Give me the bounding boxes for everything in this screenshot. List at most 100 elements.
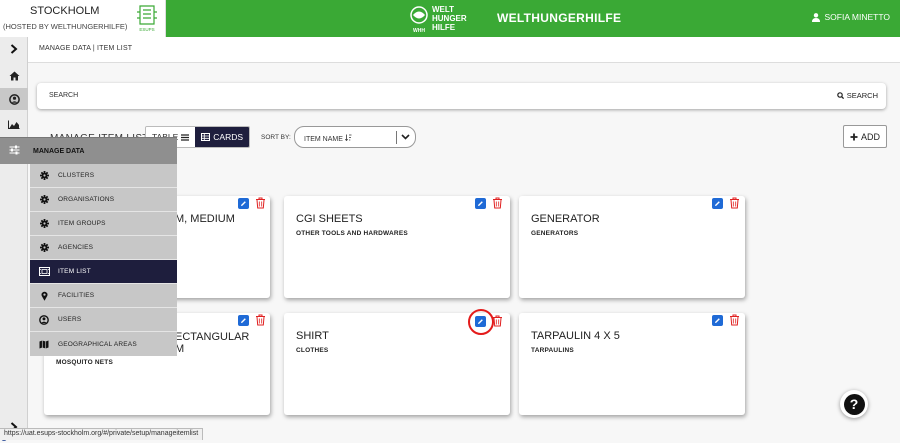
search-button-label: SEARCH bbox=[846, 91, 878, 100]
chevron-down-icon[interactable] bbox=[401, 133, 410, 141]
chevron-right-icon bbox=[10, 44, 18, 54]
map-marker-icon bbox=[41, 291, 47, 301]
gear-icon bbox=[39, 219, 49, 228]
menu-item-label: ORGANISATIONS bbox=[58, 196, 115, 203]
sort-value: ITEM NAME bbox=[304, 134, 352, 143]
menu-item-label: FACILITIES bbox=[58, 292, 95, 299]
user-circle-icon bbox=[8, 93, 20, 105]
sidebar-profile[interactable] bbox=[0, 88, 28, 110]
sort-label: SORT BY: bbox=[261, 134, 291, 141]
edit-button[interactable] bbox=[475, 198, 486, 209]
edit-button[interactable] bbox=[712, 315, 723, 326]
whh-logo-line-2: HUNGER bbox=[432, 14, 467, 23]
esups-logo-text: ESUPS bbox=[139, 27, 154, 32]
manage-data-menu: MANAGE DATA CLUSTERS ORGANISATIONS ITEM … bbox=[0, 137, 177, 359]
card-item-group: MOSQUITO NETS bbox=[56, 359, 114, 366]
card-item-name: M, MEDIUM bbox=[175, 213, 235, 225]
edit-button[interactable] bbox=[238, 198, 249, 209]
menu-item-facilities[interactable]: FACILITIES bbox=[30, 284, 177, 308]
card-item-name: CGI SHEETS bbox=[296, 213, 363, 225]
trash-icon[interactable] bbox=[255, 314, 266, 326]
whh-logo: WHH WELT HUNGER HILFE bbox=[410, 5, 467, 34]
menu-title: MANAGE DATA bbox=[33, 148, 85, 155]
sidebar-home[interactable] bbox=[0, 65, 28, 87]
whh-logo-abbr: WHH bbox=[413, 28, 425, 34]
search-button[interactable]: SEARCH bbox=[836, 91, 878, 100]
menu-item-label: GEOGRAPHICAL AREAS bbox=[58, 340, 137, 348]
sort-alpha-icon bbox=[344, 134, 352, 142]
breadcrumb-bar: MANAGE DATA | ITEM LIST bbox=[28, 37, 900, 63]
add-button-label: ADD bbox=[860, 131, 880, 142]
menu-item-label: ITEM LIST bbox=[58, 268, 91, 275]
menu-item-organisations[interactable]: ORGANISATIONS bbox=[30, 188, 177, 212]
card-item-group: CLOTHES bbox=[296, 347, 329, 354]
edit-button[interactable] bbox=[238, 315, 249, 326]
cards-view-button[interactable]: CARDS bbox=[195, 127, 250, 147]
user-name: SOFIA MINETTO bbox=[824, 12, 891, 22]
whh-name: WELTHUNGERHILFE bbox=[497, 11, 622, 25]
item-card[interactable]: CGI SHEETS OTHER TOOLS AND HARDWARES bbox=[284, 196, 510, 298]
menu-item-label: ITEM GROUPS bbox=[58, 220, 106, 227]
add-item-button[interactable]: ADD bbox=[843, 125, 887, 148]
menu-item-agencies[interactable]: AGENCIES bbox=[30, 236, 177, 260]
item-card[interactable]: SHIRT CLOTHES bbox=[284, 309, 510, 415]
trash-icon[interactable] bbox=[729, 197, 740, 209]
search-bar[interactable]: SEARCH SEARCH bbox=[37, 83, 886, 109]
menu-item-geographical-areas[interactable]: GEOGRAPHICAL AREAS bbox=[30, 332, 177, 356]
sliders-icon bbox=[9, 145, 20, 155]
card-item-group: OTHER TOOLS AND HARDWARES bbox=[296, 230, 408, 237]
sidebar-reports[interactable] bbox=[0, 113, 28, 135]
whh-logo-line-1: WELT bbox=[432, 5, 454, 14]
help-button[interactable]: ? bbox=[840, 390, 868, 418]
gear-icon bbox=[39, 195, 49, 204]
pencil-icon bbox=[715, 318, 720, 323]
user-menu[interactable]: SOFIA MINETTO bbox=[811, 12, 891, 22]
org-subtitle: (HOSTED BY WELTHUNGERHILFE) bbox=[3, 22, 128, 31]
menu-item-item-groups[interactable]: ITEM GROUPS bbox=[30, 212, 177, 236]
user-circle-icon bbox=[39, 314, 49, 325]
search-input[interactable]: SEARCH bbox=[49, 92, 78, 99]
sort-value-text: ITEM NAME bbox=[304, 136, 343, 143]
pencil-icon bbox=[241, 318, 246, 323]
item-card[interactable]: TARPAULIN 4 X 5 TARPAULINS bbox=[519, 313, 745, 415]
sort-select[interactable]: ITEM NAME bbox=[294, 126, 416, 148]
home-icon bbox=[9, 71, 19, 81]
edit-button[interactable] bbox=[475, 316, 486, 327]
pencil-icon bbox=[241, 201, 246, 206]
breadcrumb: MANAGE DATA | ITEM LIST bbox=[39, 45, 133, 52]
card-item-name: GENERATOR bbox=[531, 213, 600, 225]
menu-item-label: CLUSTERS bbox=[58, 172, 95, 179]
area-chart-icon bbox=[8, 120, 20, 129]
plus-icon bbox=[850, 133, 858, 140]
trash-icon[interactable] bbox=[492, 197, 503, 209]
status-url: https://uat.esups-stockholm.org/#/privat… bbox=[0, 428, 204, 440]
top-bar: STOCKHOLM (HOSTED BY WELTHUNGERHILFE) ES… bbox=[0, 0, 900, 37]
menu-item-item-list[interactable]: ITEM LIST bbox=[30, 260, 177, 284]
item-list-icon bbox=[38, 267, 50, 276]
pencil-icon bbox=[715, 201, 720, 206]
trash-icon[interactable] bbox=[729, 314, 740, 326]
trash-icon[interactable] bbox=[255, 197, 266, 209]
list-icon bbox=[181, 133, 190, 141]
cards-view-label: CARDS bbox=[213, 132, 244, 142]
map-icon bbox=[39, 340, 49, 348]
trash-icon[interactable] bbox=[492, 315, 503, 327]
pencil-icon bbox=[478, 319, 483, 324]
gear-icon bbox=[39, 243, 49, 252]
edit-button[interactable] bbox=[712, 198, 723, 209]
card-item-group: GENERATORS bbox=[531, 230, 579, 237]
card-item-name: ECTANGULAR bbox=[175, 331, 250, 343]
menu-header: MANAGE DATA bbox=[0, 137, 177, 164]
card-item-name: SHIRT bbox=[296, 330, 329, 342]
menu-item-users[interactable]: USERS bbox=[30, 308, 177, 332]
table-grid-icon bbox=[201, 133, 211, 141]
expand-sidebar-button[interactable] bbox=[0, 38, 28, 60]
menu-item-clusters[interactable]: CLUSTERS bbox=[30, 164, 177, 188]
brand-box[interactable]: STOCKHOLM (HOSTED BY WELTHUNGERHILFE) ES… bbox=[0, 0, 166, 37]
whh-logo-line-3: HILFE bbox=[432, 23, 456, 32]
org-title: STOCKHOLM bbox=[30, 5, 100, 17]
esups-logo: ESUPS bbox=[137, 5, 157, 32]
item-card[interactable]: GENERATOR GENERATORS bbox=[519, 196, 745, 298]
card-item-group: TARPAULINS bbox=[531, 347, 574, 354]
question-icon: ? bbox=[843, 393, 865, 415]
